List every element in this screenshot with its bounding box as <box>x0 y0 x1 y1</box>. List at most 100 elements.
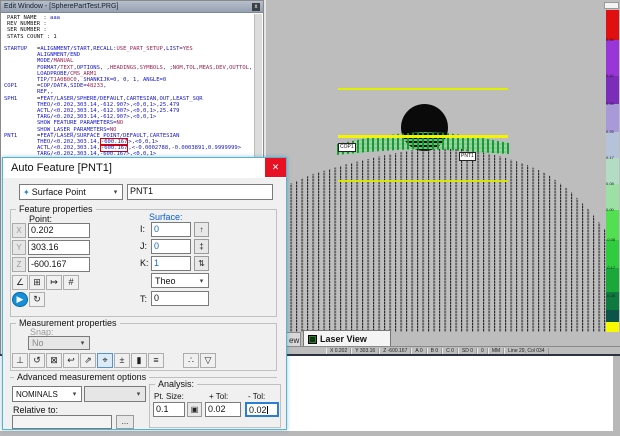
chevron-down-icon: ▾ <box>195 277 208 285</box>
laser-stripe-line-bottom <box>338 180 508 182</box>
axis-button-y[interactable]: Y <box>12 240 26 255</box>
status-field: MM <box>488 348 504 354</box>
ijk-label: K: <box>140 258 149 268</box>
pointcloud-dome <box>285 146 607 332</box>
status-field: Line 29, Col 034 <box>504 348 548 354</box>
colorbar-tick-label: -0.17 <box>606 266 615 270</box>
swap-direction-icon[interactable]: ⇅ <box>194 256 209 271</box>
edit-window-title: Edit Window - [SpherePartTest.PRG] <box>4 3 118 10</box>
t-label: T: <box>140 294 147 304</box>
feature-type-value: Surface Point <box>32 187 86 197</box>
dialog-close-icon[interactable]: ✕ <box>265 158 286 177</box>
dialog-titlebar[interactable]: Auto Feature [PNT1] ✕ <box>3 158 286 178</box>
auto-feature-dialog: Auto Feature [PNT1] ✕ ✦ Surface Point ▾ … <box>2 157 287 430</box>
colorbar-tick-label: -0.08 <box>606 238 615 242</box>
grid-icon[interactable]: # <box>63 275 79 290</box>
x-coordinate-input[interactable]: 0.202 <box>28 223 90 238</box>
point-path-icon[interactable]: ∴ <box>183 353 199 368</box>
browse-button[interactable]: ... <box>116 415 134 429</box>
theo-select[interactable]: Theo ▾ <box>151 273 209 288</box>
pnt-label: PNT1 <box>459 152 476 161</box>
snap-value: No <box>32 338 44 348</box>
plus-tol-input[interactable]: 0.02 <box>205 402 241 417</box>
colorbar-tick-label: 0.00 <box>606 208 614 212</box>
find-nominals-icon[interactable]: ⊞ <box>29 275 45 290</box>
status-field-x: X 0.202 <box>326 348 351 354</box>
t-input[interactable]: 0 <box>151 291 209 306</box>
chevron-down-icon: ▾ <box>109 188 122 196</box>
status-field-c: C 0 <box>442 348 458 354</box>
rotate-icon[interactable]: ↺ <box>29 353 45 368</box>
tab-hidden-view[interactable]: ew <box>286 332 301 347</box>
axis-button-x[interactable]: X <box>12 223 26 238</box>
laser-stripe-line-middle <box>338 135 508 138</box>
nominals-select[interactable]: NOMINALS ▾ <box>12 386 82 402</box>
j-vector-input[interactable]: 0 <box>151 239 191 254</box>
touch-point-icon[interactable]: ⊥ <box>12 353 28 368</box>
align-axis-icon[interactable]: ‡ <box>194 239 209 254</box>
analysis-legend: Analysis: <box>155 379 197 389</box>
box-select-icon[interactable]: ⊠ <box>46 353 62 368</box>
laser-view-tab-label: Laser View <box>320 334 367 344</box>
regenerate-button[interactable]: ↻ <box>29 292 45 307</box>
snap-select[interactable]: No ▾ <box>28 336 90 350</box>
colorbar-tick-label: 0.33 <box>606 102 614 106</box>
flip-vector-icon[interactable]: ↑ <box>194 222 209 237</box>
tab-laser-view[interactable]: Laser View <box>303 330 391 347</box>
feature-type-select[interactable]: ✦ Surface Point ▾ <box>19 184 123 200</box>
status-field-b: B 0 <box>427 348 443 354</box>
surface-point-icon: ✦ <box>23 188 30 197</box>
z-coordinate-input[interactable]: -600.167 <box>28 257 90 272</box>
colorbar-segment <box>606 210 619 240</box>
right-frame-edge <box>613 356 620 436</box>
measurement-icons-row: ⊥↺⊠↩⇗⌖±▮≡ ∴▽ <box>12 353 216 368</box>
colorbar-tick-label: 0.25 <box>606 130 614 134</box>
app-window: Edit Window - [SpherePartTest.PRG] x PAR… <box>0 0 620 436</box>
colorbar-segment <box>606 76 619 104</box>
relative-to-label: Relative to: <box>13 405 58 415</box>
colorbar-segment <box>606 268 619 292</box>
colorbar-tick-label: 0.42 <box>606 74 614 78</box>
colorbar-segment <box>606 104 619 132</box>
secondary-select[interactable]: ▾ <box>84 386 146 402</box>
advanced-options-legend: Advanced measurement options <box>14 372 149 382</box>
i-vector-input[interactable]: 0 <box>151 222 191 237</box>
pt-size-input[interactable]: 0.1 <box>153 402 185 417</box>
jump-move-icon[interactable]: ⇗ <box>80 353 96 368</box>
move-to-point-icon[interactable]: ↦ <box>46 275 62 290</box>
laser-stripe-line-top <box>338 88 508 90</box>
status-field-a: A 0 <box>411 348 426 354</box>
axis-button-z[interactable]: Z <box>12 257 26 272</box>
offset-icon[interactable]: ▮ <box>131 353 147 368</box>
feature-properties-legend: Feature properties <box>16 204 96 214</box>
undo-path-icon[interactable]: ↩ <box>63 353 79 368</box>
edit-window-close-icon[interactable]: x <box>252 3 260 11</box>
cop-label: COP1 <box>338 143 356 152</box>
colorbar-tick-label: -0.25 <box>606 294 615 298</box>
laser-view-panel[interactable]: COP1 PNT1 0.500.420.330.250.170.080.00-0… <box>264 0 620 355</box>
colorbar-segment <box>606 40 619 76</box>
minus-tol-label: - Tol: <box>248 392 265 401</box>
view-tabbar: ew Laser View <box>264 330 620 347</box>
feature-icons-row1: ∠⊞↦# <box>12 275 79 290</box>
y-coordinate-input[interactable]: 303.16 <box>28 240 90 255</box>
chevron-down-icon: ▾ <box>68 390 81 398</box>
feature-name-input[interactable]: PNT1 <box>127 184 273 200</box>
k-vector-input[interactable]: 1 <box>151 256 191 271</box>
level-icon[interactable]: ± <box>114 353 130 368</box>
pick-vector-icon[interactable]: ∠ <box>12 275 28 290</box>
edit-window-titlebar[interactable]: Edit Window - [SpherePartTest.PRG] x <box>1 1 263 13</box>
filter-icon[interactable]: ▽ <box>200 353 216 368</box>
relative-to-input[interactable] <box>12 415 112 429</box>
colorbar-tick-label: 0.50 <box>606 38 614 42</box>
target-center-icon[interactable]: ⌖ <box>97 353 113 368</box>
gage-view-icon[interactable]: ▣ <box>187 402 202 417</box>
test-play-button[interactable]: ▶ <box>12 292 28 307</box>
plus-tol-label: + Tol: <box>209 392 228 401</box>
chevron-down-icon: ▾ <box>76 339 89 347</box>
bottom-frame-edge <box>0 431 620 436</box>
scan-lines-icon[interactable]: ≡ <box>148 353 164 368</box>
colorbar-header <box>604 2 619 9</box>
pt-size-label: Pt. Size: <box>154 392 184 401</box>
minus-tol-input[interactable]: 0.02 <box>245 402 279 417</box>
